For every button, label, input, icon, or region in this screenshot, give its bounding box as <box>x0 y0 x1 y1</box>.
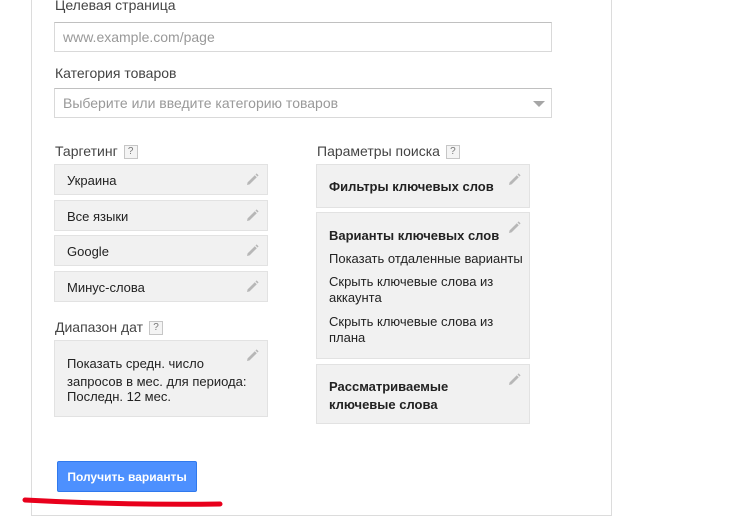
pencil-icon[interactable] <box>245 280 259 294</box>
targeting-location[interactable]: Украина <box>54 164 268 195</box>
considered-keywords-box[interactable]: Рассматриваемые ключевые слова <box>316 364 530 424</box>
landing-page-input[interactable]: www.example.com/page <box>54 22 552 52</box>
date-range-box[interactable]: Показать средн. число запросов в мес. дл… <box>54 340 268 417</box>
keyword-options-line: Скрыть ключевые слова из <box>329 314 494 329</box>
pencil-icon[interactable] <box>245 209 259 223</box>
date-range-label-text: Диапазон дат <box>55 319 144 335</box>
product-category-select[interactable]: Выберите или введите категорию товаров <box>54 88 552 118</box>
date-range-line: Последн. 12 мес. <box>67 389 171 404</box>
considered-keywords-line: Рассматриваемые <box>329 379 449 394</box>
pencil-icon[interactable] <box>245 173 259 187</box>
keyword-options-line: плана <box>329 330 366 345</box>
targeting-network-value: Google <box>67 244 109 259</box>
targeting-negative-keywords[interactable]: Минус-слова <box>54 271 268 302</box>
pencil-icon[interactable] <box>507 373 521 387</box>
date-range-line: запросов в мес. для периода: <box>67 374 247 389</box>
keyword-filters-box[interactable]: Фильтры ключевых слов <box>316 164 530 208</box>
date-range-label: Диапазон дат? <box>55 319 164 336</box>
red-underline-annotation <box>22 497 223 507</box>
date-range-line: Показать средн. число <box>67 356 205 371</box>
landing-page-label: Целевая страница <box>55 0 176 13</box>
pencil-icon[interactable] <box>507 173 521 187</box>
keyword-options-title: Варианты ключевых слов <box>329 228 500 243</box>
search-params-label-text: Параметры поиска <box>317 143 440 159</box>
question-mark-icon[interactable]: ? <box>149 321 164 336</box>
pencil-icon[interactable] <box>245 349 259 363</box>
targeting-location-value: Украина <box>67 173 117 188</box>
landing-page-placeholder: www.example.com/page <box>63 29 215 45</box>
considered-keywords-line: ключевые слова <box>329 397 438 412</box>
keyword-filters-title: Фильтры ключевых слов <box>329 179 494 194</box>
targeting-language-value: Все языки <box>67 209 129 224</box>
keyword-options-line: Скрыть ключевые слова из <box>329 274 494 289</box>
targeting-language[interactable]: Все языки <box>54 200 268 231</box>
keyword-options-line: аккаунта <box>329 290 382 305</box>
search-params-label: Параметры поиска? <box>317 143 460 160</box>
targeting-label: Таргетинг? <box>55 143 138 160</box>
question-mark-icon[interactable]: ? <box>445 145 460 160</box>
pencil-icon[interactable] <box>245 244 259 258</box>
product-category-label: Категория товаров <box>55 65 177 81</box>
targeting-negative-keywords-value: Минус-слова <box>67 280 145 295</box>
targeting-label-text: Таргетинг <box>55 143 118 159</box>
get-ideas-button[interactable]: Получить варианты <box>57 461 197 492</box>
keyword-options-line: Показать отдаленные варианты <box>329 251 523 266</box>
chevron-down-icon[interactable] <box>533 101 545 107</box>
pencil-icon[interactable] <box>507 221 521 235</box>
targeting-network[interactable]: Google <box>54 235 268 266</box>
product-category-placeholder: Выберите или введите категорию товаров <box>63 95 339 111</box>
question-mark-icon[interactable]: ? <box>123 145 138 160</box>
keyword-options-box[interactable]: Варианты ключевых слов Показать отдаленн… <box>316 212 530 359</box>
